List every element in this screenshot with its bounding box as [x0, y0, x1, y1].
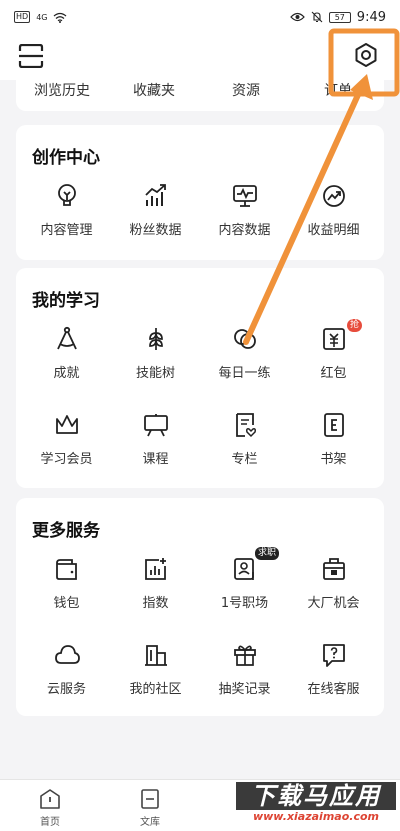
quick-link-favorites[interactable]: 收藏夹 — [108, 75, 200, 111]
item-label: 云服务 — [46, 682, 86, 697]
item-label: 指数 — [142, 596, 169, 611]
nav-home[interactable]: 首页 — [0, 780, 100, 831]
more-services-card: 更多服务 钱包 指数 求职 1号职场 大厂机会 云服务 我的社区 抽奖记录 在线… — [16, 498, 384, 716]
quick-link-resources[interactable]: 资源 — [200, 75, 292, 111]
my-community-item[interactable]: 我的社区 — [111, 627, 200, 713]
item-label: 内容管理 — [40, 223, 93, 238]
nav-library[interactable]: 文库 — [100, 780, 200, 831]
id-badge-icon — [233, 558, 254, 580]
fans-data-item[interactable]: 粉丝数据 — [111, 168, 200, 254]
quick-link-history[interactable]: 浏览历史 — [16, 75, 108, 111]
gift-icon — [233, 645, 256, 666]
item-label: 专栏 — [231, 452, 258, 467]
nav-label: 首页 — [40, 817, 60, 828]
item-label: 课程 — [142, 452, 169, 467]
cloud-icon — [54, 645, 80, 664]
wallet-icon — [55, 559, 77, 580]
hd-icon: HD — [14, 11, 31, 23]
daily-practice-item[interactable]: 每日一练 — [200, 311, 289, 397]
bookshelf-item[interactable]: 书架 — [289, 397, 378, 483]
item-label: 钱包 — [53, 596, 80, 611]
item-label: 1号职场 — [220, 596, 269, 611]
learning-member-item[interactable]: 学习会员 — [22, 397, 111, 483]
watermark-title: 下载马应用 — [236, 782, 396, 810]
bookshelf-icon — [323, 413, 344, 437]
briefcase-icon — [322, 558, 345, 580]
top-bar — [0, 34, 400, 80]
library-icon — [141, 789, 159, 809]
item-label: 成就 — [53, 366, 80, 381]
item-label: 学习会员 — [40, 452, 93, 467]
workplace-item[interactable]: 求职 1号职场 — [200, 541, 289, 627]
content-management-item[interactable]: 内容管理 — [22, 168, 111, 254]
section-title: 我的学习 — [32, 291, 100, 311]
community-icon — [144, 645, 167, 666]
skill-tree-item[interactable]: 技能树 — [111, 311, 200, 397]
earnings-icon — [322, 185, 345, 207]
item-label: 内容数据 — [218, 223, 271, 238]
lottery-records-item[interactable]: 抽奖记录 — [200, 627, 289, 713]
wifi-icon — [54, 12, 67, 23]
item-label: 红包 — [320, 366, 347, 381]
quick-link-orders[interactable]: 订单 — [292, 75, 384, 111]
my-learning-card: 我的学习 成就 技能树 每日一练 抢 红包 学习会员 课程 专栏 书架 — [16, 268, 384, 488]
item-label: 在线客服 — [307, 682, 360, 697]
nav-label: 文库 — [140, 817, 160, 828]
achievements-item[interactable]: 成就 — [22, 311, 111, 397]
item-label: 收益明细 — [307, 223, 360, 238]
compass-icon — [56, 326, 77, 350]
section-title: 更多服务 — [32, 521, 100, 541]
scan-icon[interactable] — [18, 44, 44, 68]
item-label: 大厂机会 — [307, 596, 360, 611]
eye-icon — [289, 12, 305, 22]
battery-icon: 57 — [328, 11, 351, 23]
section-title: 创作中心 — [32, 148, 100, 168]
monitor-chart-icon — [232, 185, 257, 207]
earnings-detail-item[interactable]: 收益明细 — [289, 168, 378, 254]
course-item[interactable]: 课程 — [111, 397, 200, 483]
creation-center-card: 创作中心 内容管理 粉丝数据 内容数据 收益明细 — [16, 125, 384, 260]
circles-icon — [233, 329, 256, 349]
settings-hexagon-icon[interactable] — [352, 41, 380, 69]
home-icon — [40, 789, 60, 809]
watermark-url: www.xiazaimao.com — [252, 810, 379, 823]
grab-badge: 抢 — [347, 319, 363, 332]
item-label: 抽奖记录 — [218, 682, 271, 697]
red-packet-item[interactable]: 抢 红包 — [289, 311, 378, 397]
item-label: 每日一练 — [218, 366, 271, 381]
big-company-item[interactable]: 大厂机会 — [289, 541, 378, 627]
mute-bell-icon — [311, 11, 323, 23]
online-support-item[interactable]: 在线客服 — [289, 627, 378, 713]
chat-help-icon — [322, 644, 345, 667]
lightbulb-icon — [57, 184, 76, 206]
growth-chart-icon — [144, 184, 166, 206]
crown-icon — [55, 415, 78, 434]
wallet-item[interactable]: 钱包 — [22, 541, 111, 627]
item-label: 技能树 — [135, 366, 175, 381]
item-label: 粉丝数据 — [129, 223, 182, 238]
column-item[interactable]: 专栏 — [200, 397, 289, 483]
presentation-board-icon — [143, 414, 168, 437]
clock: 9:49 — [356, 9, 386, 25]
index-item[interactable]: 指数 — [111, 541, 200, 627]
watermark-logo: 下载马应用 www.xiazaimao.com — [236, 782, 396, 828]
status-bar: HD 4G 57 9:49 — [0, 0, 400, 34]
job-seeking-badge: 求职 — [255, 547, 280, 560]
wheat-icon — [148, 328, 163, 350]
quick-links-bar: 浏览历史 收藏夹 资源 订单 — [16, 75, 384, 111]
signal-icon: 4G — [36, 12, 48, 22]
item-label: 书架 — [320, 452, 347, 467]
cloud-service-item[interactable]: 云服务 — [22, 627, 111, 713]
red-packet-icon — [322, 328, 345, 350]
index-chart-icon — [144, 558, 166, 580]
content-data-item[interactable]: 内容数据 — [200, 168, 289, 254]
item-label: 我的社区 — [129, 682, 182, 697]
column-icon — [235, 413, 256, 438]
